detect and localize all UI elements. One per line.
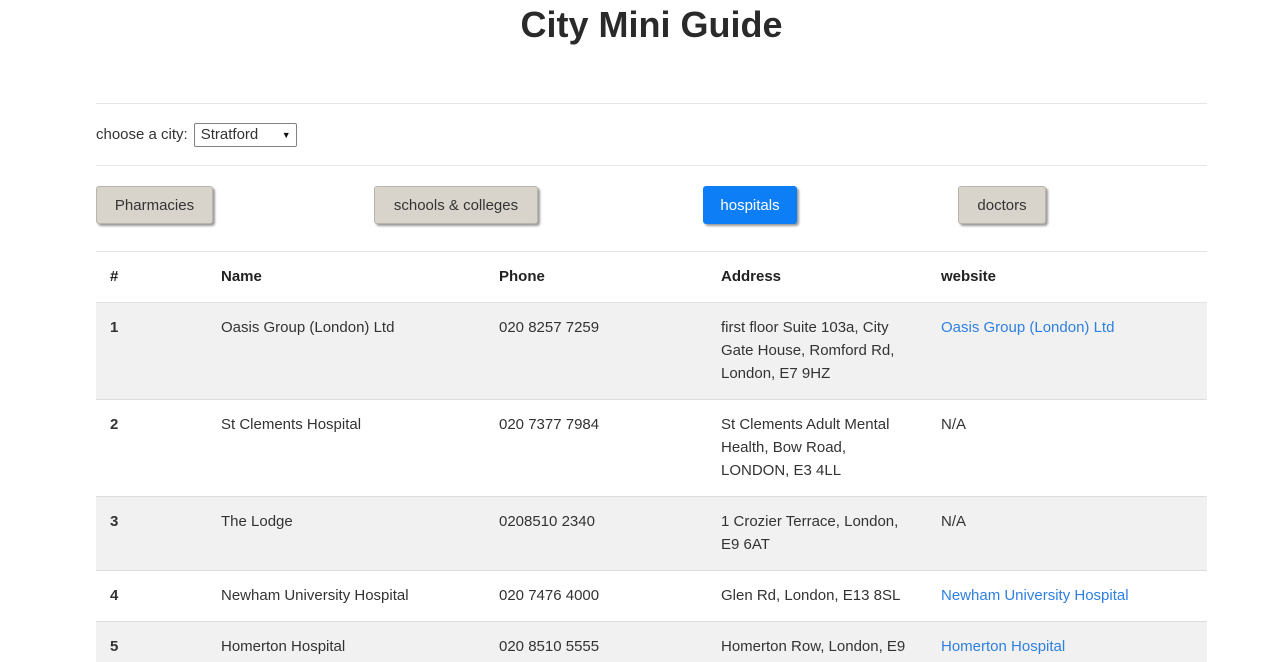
hospital-table-wrap: # Name Phone Address website 1 Oasis Gro… bbox=[96, 251, 1207, 662]
row-number: 4 bbox=[96, 571, 207, 622]
main-container: City Mini Guide choose a city: Stratford… bbox=[96, 0, 1207, 662]
chevron-down-icon: ▼ bbox=[282, 130, 291, 140]
hospital-address: Glen Rd, London, E13 8SL bbox=[707, 571, 927, 622]
hospital-name: Oasis Group (London) Ltd bbox=[207, 303, 485, 400]
hospitals-button[interactable]: hospitals bbox=[703, 186, 797, 224]
hospital-phone: 020 8510 5555 bbox=[485, 622, 707, 662]
header-name: Name bbox=[207, 252, 485, 303]
header-number: # bbox=[96, 252, 207, 303]
row-number: 5 bbox=[96, 622, 207, 662]
hospital-table-body: 1 Oasis Group (London) Ltd 020 8257 7259… bbox=[96, 303, 1207, 662]
city-select-label: choose a city: bbox=[96, 126, 188, 143]
website-link[interactable]: Oasis Group (London) Ltd bbox=[941, 319, 1114, 336]
table-row: 1 Oasis Group (London) Ltd 020 8257 7259… bbox=[96, 303, 1207, 400]
table-row: 5 Homerton Hospital 020 8510 5555 Homert… bbox=[96, 622, 1207, 662]
hospital-address: first floor Suite 103a, City Gate House,… bbox=[707, 303, 927, 400]
hospital-table: # Name Phone Address website 1 Oasis Gro… bbox=[96, 251, 1207, 662]
hospital-phone: 020 7377 7984 bbox=[485, 400, 707, 497]
table-row: 2 St Clements Hospital 020 7377 7984 St … bbox=[96, 400, 1207, 497]
hospital-name: Homerton Hospital bbox=[207, 622, 485, 662]
hospital-name: The Lodge bbox=[207, 497, 485, 571]
city-select-value: Stratford bbox=[201, 126, 259, 143]
table-row: 3 The Lodge 0208510 2340 1 Crozier Terra… bbox=[96, 497, 1207, 571]
row-number: 1 bbox=[96, 303, 207, 400]
hospital-name: St Clements Hospital bbox=[207, 400, 485, 497]
divider-middle bbox=[96, 165, 1207, 166]
hospital-website-cell: Oasis Group (London) Ltd bbox=[927, 303, 1207, 400]
row-number: 3 bbox=[96, 497, 207, 571]
hospital-name: Newham University Hospital bbox=[207, 571, 485, 622]
page-title: City Mini Guide bbox=[96, 0, 1207, 48]
hospital-website-cell: N/A bbox=[927, 497, 1207, 571]
hospital-phone: 0208510 2340 bbox=[485, 497, 707, 571]
category-buttons-row: Pharmacies schools & colleges hospitals … bbox=[96, 186, 1207, 224]
hospital-address: Homerton Row, London, E9 6SR bbox=[707, 622, 927, 662]
website-value: N/A bbox=[941, 513, 966, 530]
header-phone: Phone bbox=[485, 252, 707, 303]
row-number: 2 bbox=[96, 400, 207, 497]
hospital-address: 1 Crozier Terrace, London, E9 6AT bbox=[707, 497, 927, 571]
website-link[interactable]: Homerton Hospital bbox=[941, 638, 1065, 655]
city-selector-row: choose a city: Stratford ▼ bbox=[96, 104, 1207, 165]
schools-colleges-button[interactable]: schools & colleges bbox=[374, 186, 538, 224]
hospital-website-cell: Homerton Hospital bbox=[927, 622, 1207, 662]
table-row: 4 Newham University Hospital 020 7476 40… bbox=[96, 571, 1207, 622]
header-website: website bbox=[927, 252, 1207, 303]
hospital-website-cell: Newham University Hospital bbox=[927, 571, 1207, 622]
hospital-phone: 020 7476 4000 bbox=[485, 571, 707, 622]
doctors-button[interactable]: doctors bbox=[958, 186, 1046, 224]
hospital-website-cell: N/A bbox=[927, 400, 1207, 497]
header-address: Address bbox=[707, 252, 927, 303]
hospital-phone: 020 8257 7259 bbox=[485, 303, 707, 400]
table-header-row: # Name Phone Address website bbox=[96, 252, 1207, 303]
city-select[interactable]: Stratford ▼ bbox=[194, 123, 297, 147]
website-value: N/A bbox=[941, 416, 966, 433]
hospital-address: St Clements Adult Mental Health, Bow Roa… bbox=[707, 400, 927, 497]
pharmacies-button[interactable]: Pharmacies bbox=[96, 186, 213, 224]
website-link[interactable]: Newham University Hospital bbox=[941, 587, 1129, 604]
